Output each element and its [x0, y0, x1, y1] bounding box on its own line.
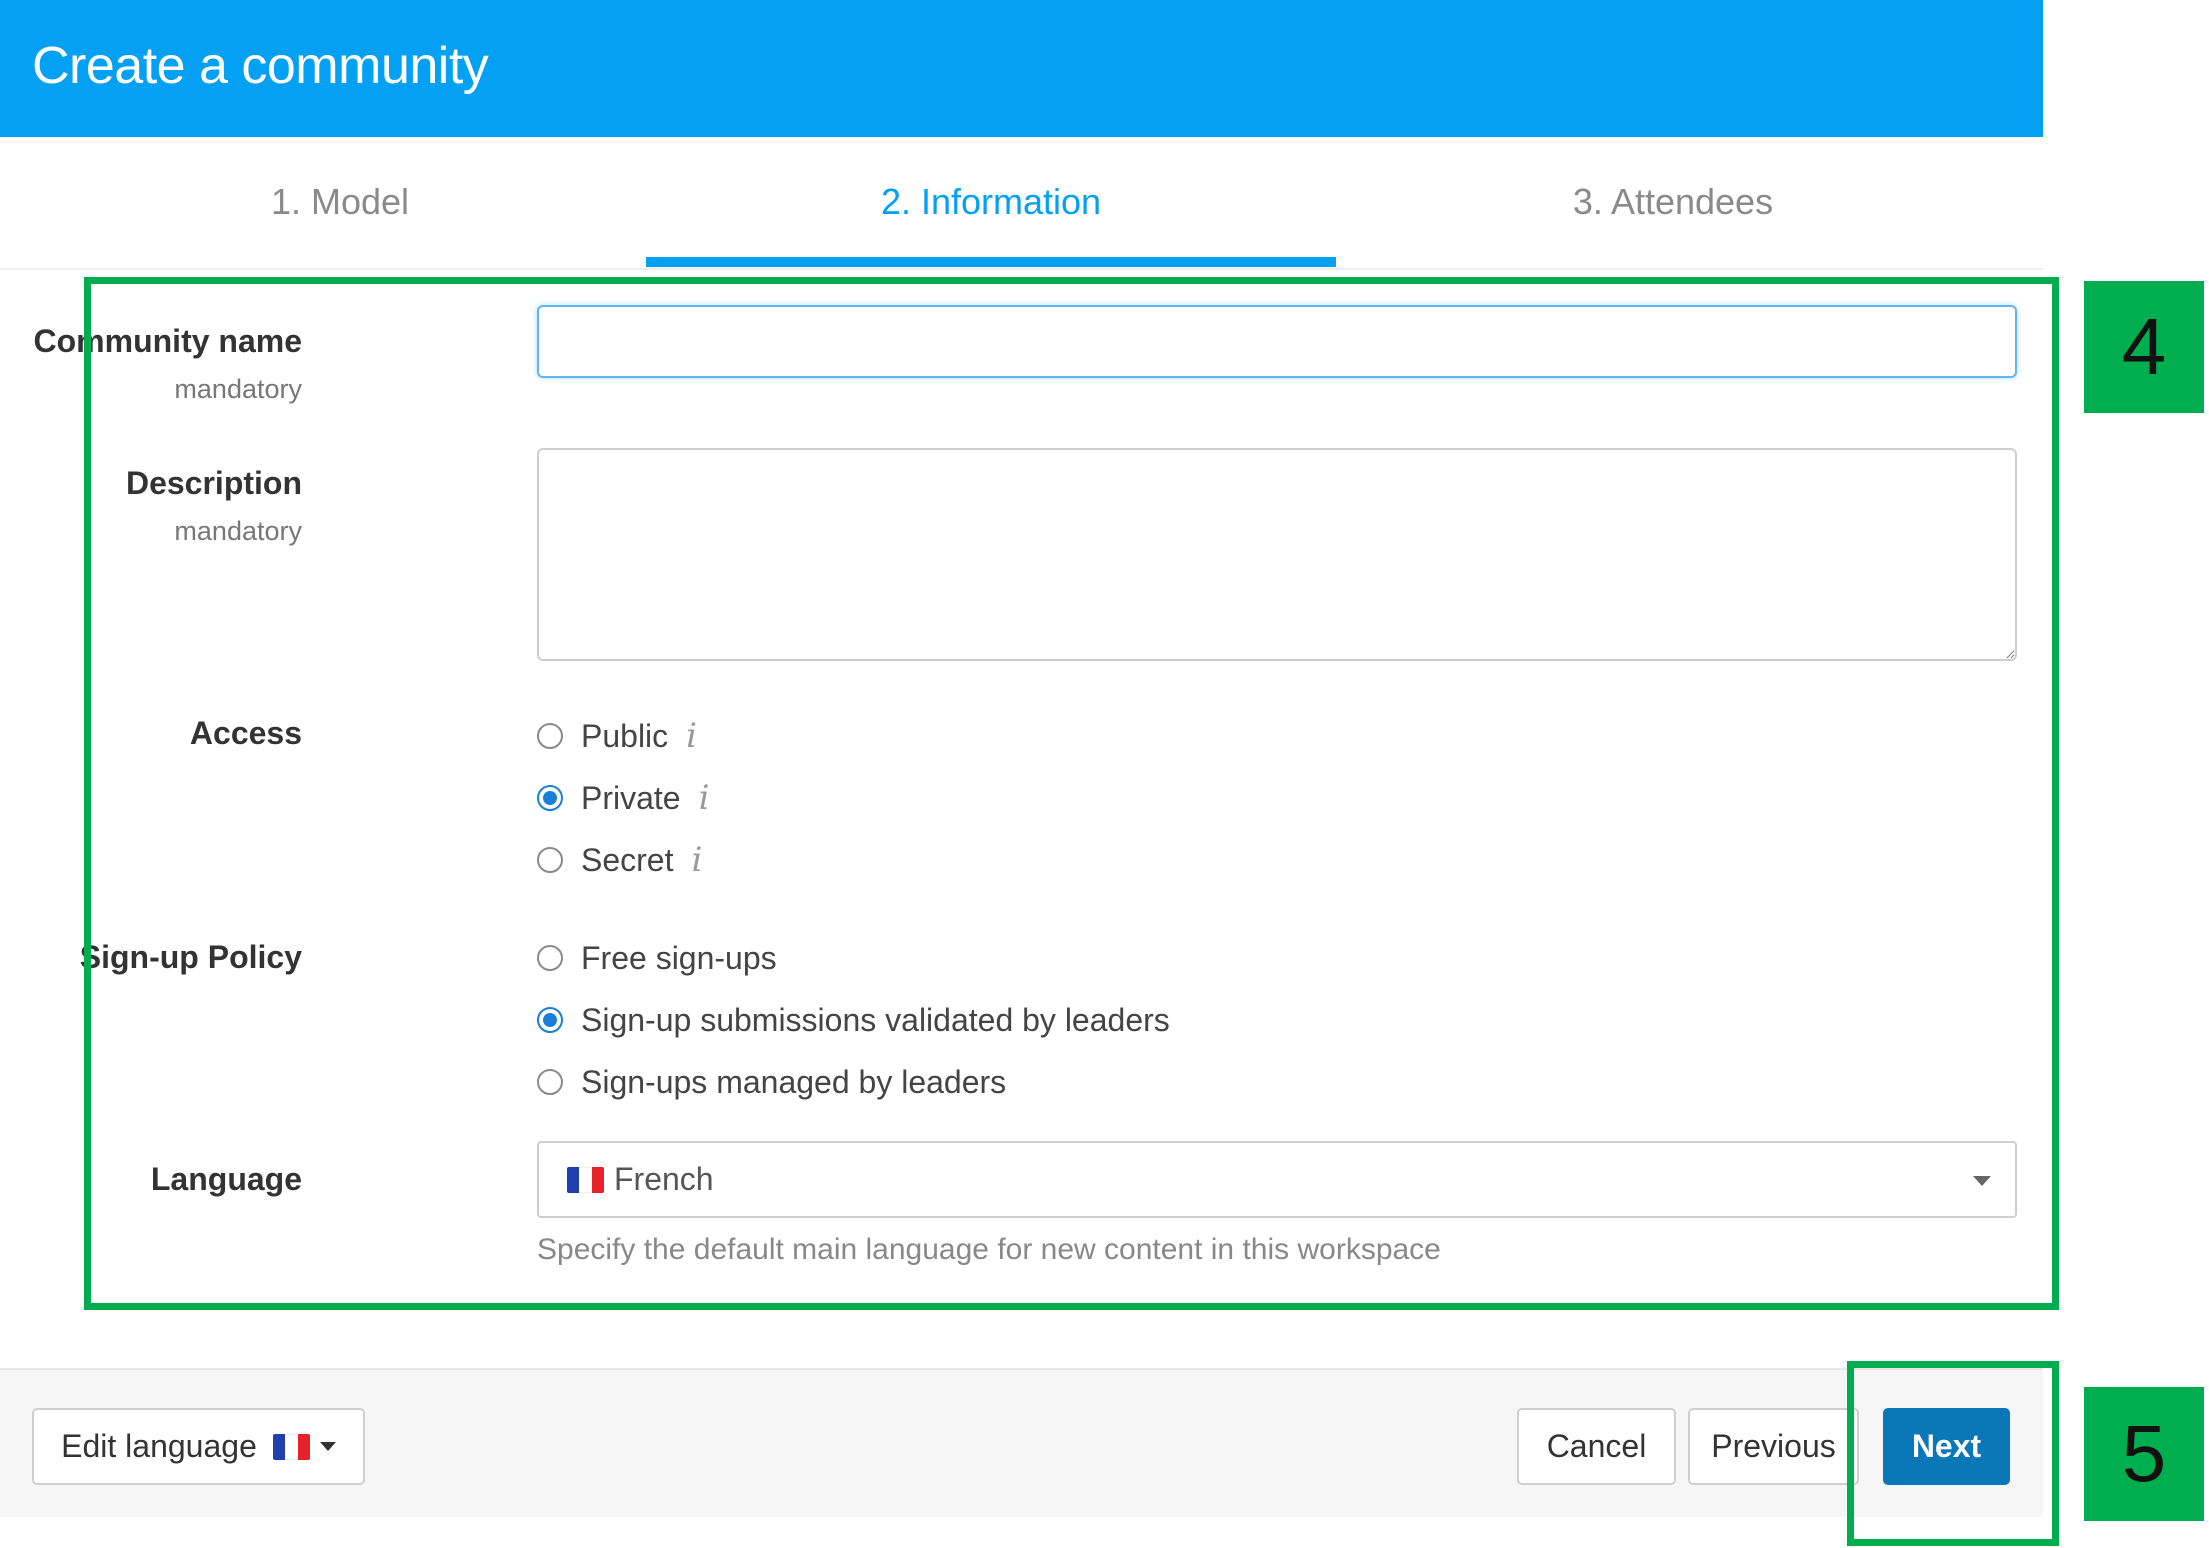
dialog-footer: Edit language Cancel Previous Next	[0, 1368, 2043, 1517]
signup-managed-label: Sign-ups managed by leaders	[581, 1063, 1007, 1100]
community-name-mandatory: mandatory	[174, 374, 302, 404]
annotation-marker-5: 5	[2084, 1387, 2204, 1521]
signup-free-radio[interactable]	[537, 945, 563, 971]
wizard-tabs: 1. Model 2. Information 3. Attendees	[0, 137, 2043, 270]
access-secret-label: Secret	[581, 841, 674, 878]
previous-button[interactable]: Previous	[1688, 1408, 1859, 1485]
info-icon[interactable]: i	[699, 778, 710, 818]
access-option-public[interactable]: Public i	[537, 711, 697, 761]
annotation-marker-4: 4	[2084, 281, 2204, 413]
tab-attendees[interactable]: 3. Attendees	[1328, 137, 2018, 268]
signup-option-managed[interactable]: Sign-ups managed by leaders	[537, 1057, 1006, 1107]
signup-free-label: Free sign-ups	[581, 939, 777, 976]
dialog-header: Create a community	[0, 0, 2043, 137]
tab-model[interactable]: 1. Model	[0, 137, 680, 268]
tab-information[interactable]: 2. Information	[646, 137, 1336, 268]
signup-policy-label: Sign-up Policy	[79, 939, 302, 975]
access-option-private[interactable]: Private i	[537, 773, 709, 823]
chevron-down-icon	[319, 1442, 336, 1451]
info-icon[interactable]: i	[691, 840, 702, 880]
chevron-down-icon	[1973, 1176, 1991, 1186]
edit-language-label: Edit language	[61, 1428, 257, 1464]
edit-language-button[interactable]: Edit language	[32, 1408, 365, 1485]
next-button[interactable]: Next	[1883, 1408, 2010, 1485]
language-select[interactable]: French	[537, 1141, 2017, 1218]
access-private-label: Private	[581, 779, 681, 816]
access-secret-radio[interactable]	[537, 847, 563, 873]
access-label: Access	[189, 715, 302, 751]
community-name-input[interactable]	[537, 305, 2017, 378]
signup-validated-radio[interactable]	[537, 1007, 563, 1033]
access-public-radio[interactable]	[537, 723, 563, 749]
community-name-label: Community name	[33, 323, 302, 359]
language-selected-value: French	[614, 1161, 714, 1197]
language-label: Language	[150, 1161, 302, 1197]
french-flag-icon	[272, 1433, 310, 1460]
dialog-title: Create a community	[32, 37, 489, 95]
description-mandatory: mandatory	[174, 516, 302, 546]
info-icon[interactable]: i	[686, 716, 697, 756]
access-private-radio[interactable]	[537, 785, 563, 811]
signup-option-free[interactable]: Free sign-ups	[537, 933, 777, 983]
signup-option-validated[interactable]: Sign-up submissions validated by leaders	[537, 995, 1170, 1045]
cancel-button[interactable]: Cancel	[1517, 1408, 1676, 1485]
access-option-secret[interactable]: Secret i	[537, 835, 702, 885]
active-tab-indicator	[646, 257, 1336, 267]
signup-managed-radio[interactable]	[537, 1069, 563, 1095]
description-label: Description	[125, 465, 302, 501]
french-flag-icon	[567, 1166, 604, 1193]
language-help-text: Specify the default main language for ne…	[537, 1233, 1441, 1266]
access-public-label: Public	[581, 717, 669, 754]
description-textarea[interactable]	[537, 448, 2017, 661]
signup-validated-label: Sign-up submissions validated by leaders	[581, 1001, 1170, 1038]
create-community-dialog: Create a community 1. Model 2. Informati…	[0, 0, 2043, 1517]
